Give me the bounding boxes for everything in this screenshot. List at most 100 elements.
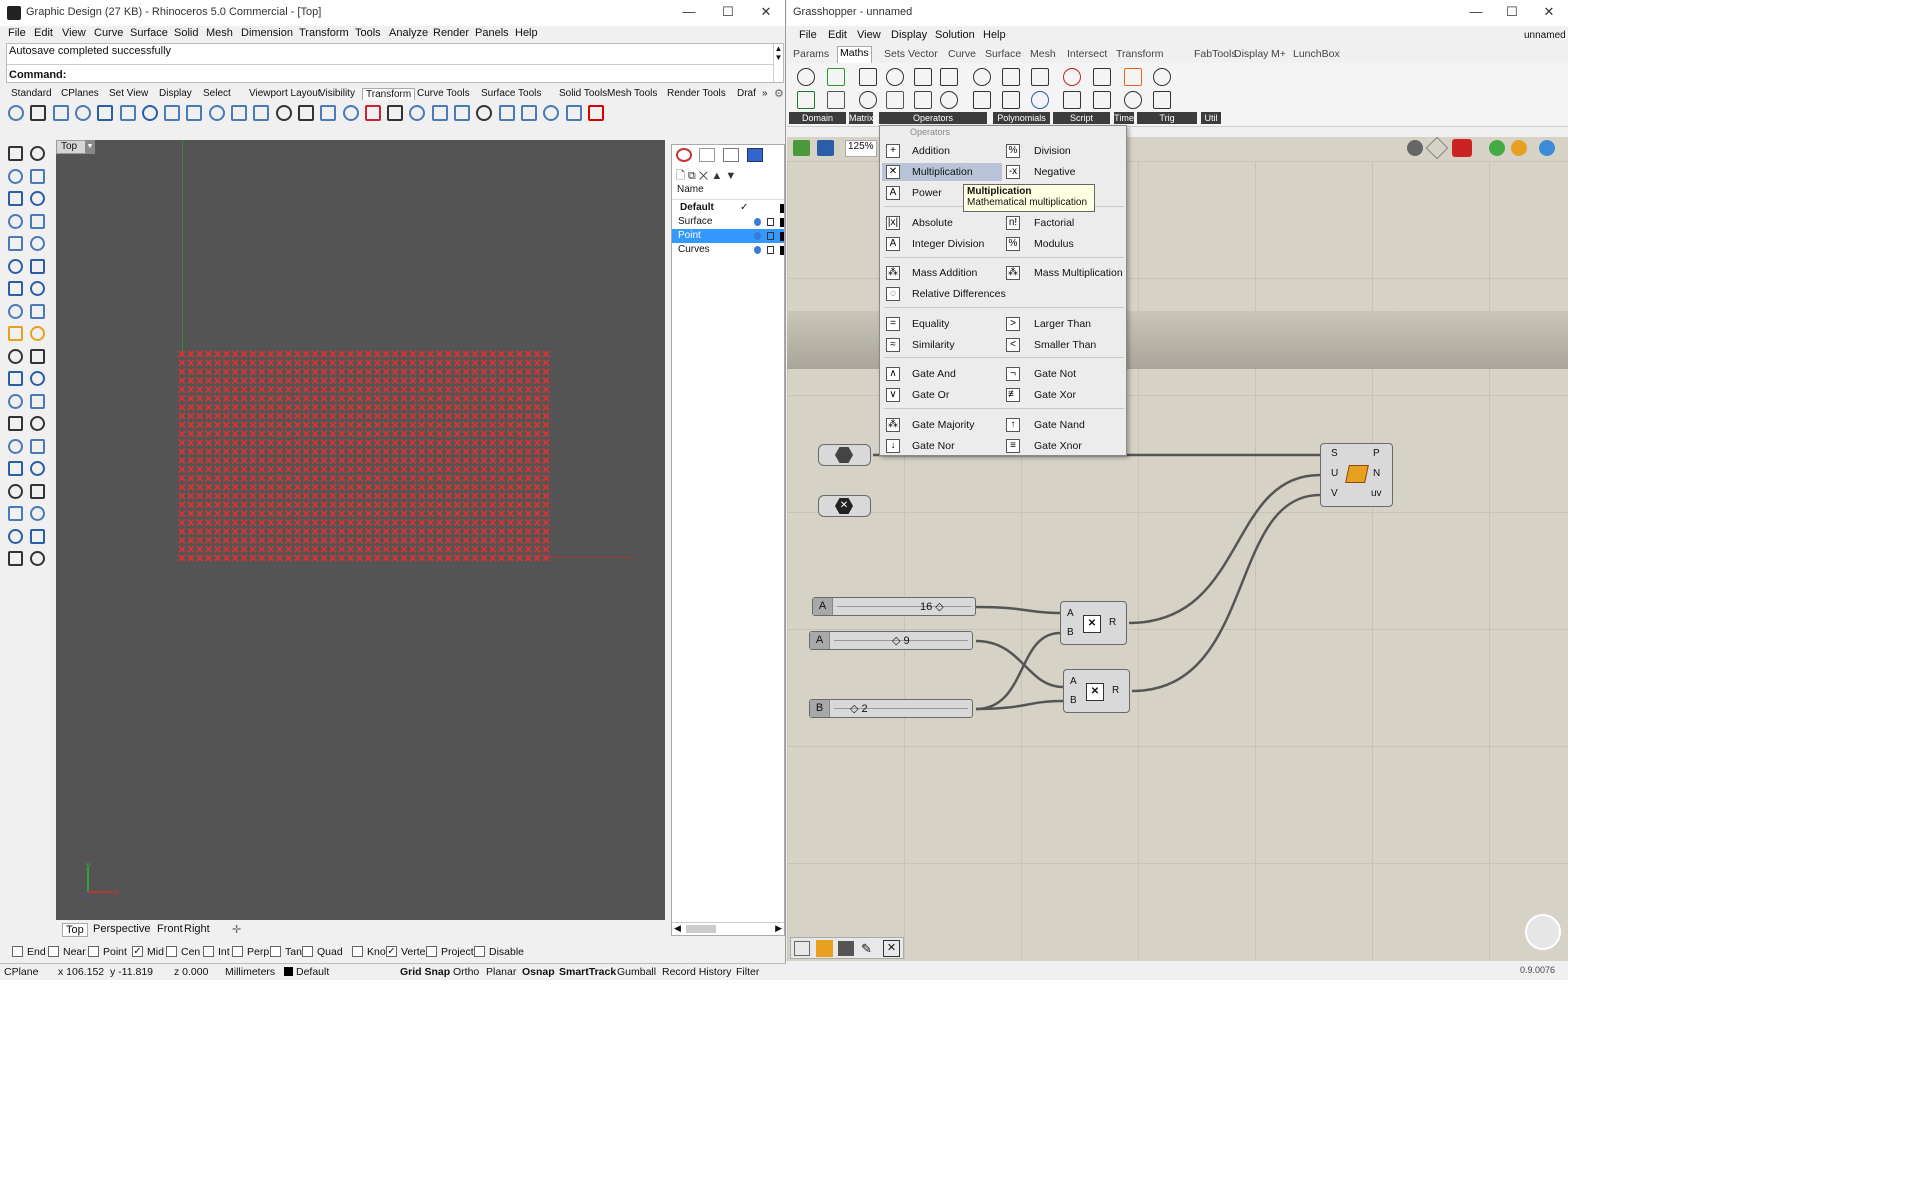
- add-viewport-icon[interactable]: ✛: [232, 923, 241, 936]
- menu-curve[interactable]: Curve: [94, 27, 123, 39]
- palette-tool-icon[interactable]: [30, 348, 45, 364]
- tab-solid-tools[interactable]: Solid Tools: [556, 88, 610, 99]
- viewport-tab-right[interactable]: Right: [184, 923, 210, 935]
- menu-item-smaller-than[interactable]: < Smaller Than: [1006, 336, 1124, 354]
- command-scrollbar[interactable]: ▲ ▼: [773, 44, 783, 82]
- transform-tool-icon[interactable]: [253, 105, 270, 121]
- palette-tool-icon[interactable]: [30, 258, 45, 274]
- palette-tool-icon[interactable]: [8, 506, 23, 521]
- transform-tool-icon[interactable]: [52, 105, 69, 121]
- display-icon[interactable]: [723, 148, 739, 162]
- palette-tool-icon[interactable]: [8, 461, 23, 476]
- osnap-knot-checkbox[interactable]: [352, 946, 363, 957]
- menu-item-mass-addition[interactable]: ⁂ Mass Addition: [882, 264, 1002, 282]
- status-toggle-grid-snap[interactable]: Grid Snap: [400, 966, 450, 978]
- layer-visible-icon[interactable]: [754, 218, 761, 226]
- slider-b-2[interactable]: B ◇ 2: [809, 699, 973, 718]
- viewport-tab-perspective[interactable]: Perspective: [93, 923, 150, 935]
- layer-lock-icon[interactable]: [767, 218, 774, 226]
- menu-item-negative[interactable]: -x Negative: [1006, 163, 1124, 181]
- point-grid[interactable]: [178, 350, 550, 562]
- transform-tool-icon[interactable]: [297, 105, 314, 121]
- tab-set-view[interactable]: Set View: [106, 88, 151, 99]
- document-preview-icon[interactable]: [1539, 140, 1555, 156]
- transform-tool-icon[interactable]: [454, 105, 470, 121]
- osnap-perp-checkbox[interactable]: [232, 946, 243, 957]
- selected-only-icon[interactable]: [1489, 140, 1505, 156]
- menu-edit[interactable]: Edit: [34, 27, 53, 39]
- tab-surface-tools[interactable]: Surface Tools: [478, 88, 544, 99]
- palette-tool-icon[interactable]: [30, 191, 45, 206]
- menu-mesh[interactable]: Mesh: [206, 27, 233, 39]
- transform-tool-icon[interactable]: [543, 105, 560, 121]
- tab-transform[interactable]: Transform: [362, 88, 416, 100]
- tab-select[interactable]: Select: [200, 88, 234, 99]
- transform-tool-icon[interactable]: [119, 105, 136, 121]
- transform-tool-icon[interactable]: [476, 105, 493, 121]
- palette-tool-icon[interactable]: [30, 236, 45, 251]
- close-icon[interactable]: ✕: [757, 4, 775, 20]
- osnap-end-checkbox[interactable]: [12, 946, 23, 957]
- palette-tool-icon[interactable]: [8, 416, 23, 431]
- osnap-point-checkbox[interactable]: [88, 946, 99, 957]
- slider-a-9[interactable]: A ◇ 9: [809, 631, 973, 650]
- palette-tool-icon[interactable]: [30, 281, 45, 296]
- menu-item-relative-differences[interactable]: ◌ Relative Differences: [882, 285, 1006, 303]
- gear-icon[interactable]: ⚙: [774, 87, 784, 100]
- menu-panels[interactable]: Panels: [475, 27, 509, 39]
- menu-analyze[interactable]: Analyze: [389, 27, 428, 39]
- tab-display[interactable]: Display: [156, 88, 195, 99]
- menu-tools[interactable]: Tools: [355, 27, 381, 39]
- palette-tool-icon[interactable]: [8, 551, 23, 566]
- menu-transform[interactable]: Transform: [299, 27, 349, 39]
- layer-lock-icon[interactable]: [767, 246, 774, 254]
- tab-visibility[interactable]: Visibility: [316, 88, 358, 99]
- palette-tool-icon[interactable]: [30, 438, 45, 454]
- gh-group-util[interactable]: Util: [1201, 112, 1221, 124]
- preview-off-icon[interactable]: [1407, 140, 1423, 156]
- palette-tool-icon[interactable]: [8, 438, 23, 454]
- palette-tool-icon[interactable]: [30, 506, 45, 521]
- palette-tool-icon[interactable]: [30, 461, 45, 476]
- menu-file[interactable]: File: [8, 27, 26, 39]
- slider-a-16[interactable]: A 16 ◇: [812, 597, 976, 616]
- viewport-menu-icon[interactable]: ▼: [85, 140, 95, 154]
- menu-item-gate-nor[interactable]: ↓ Gate Nor: [882, 437, 1002, 455]
- navigation-compass-icon[interactable]: [1525, 914, 1561, 950]
- menu-item-gate-xor[interactable]: ≢ Gate Xor: [1006, 386, 1124, 404]
- palette-tool-icon[interactable]: [8, 326, 23, 341]
- palette-tool-icon[interactable]: [30, 371, 45, 386]
- layer-row-point[interactable]: Point: [672, 229, 784, 243]
- transform-tool-icon[interactable]: [186, 105, 203, 121]
- tab-curve-tools[interactable]: Curve Tools: [414, 88, 473, 99]
- menu-item-integer-division[interactable]: A Integer Division: [882, 235, 1002, 253]
- status-layer[interactable]: Default: [296, 966, 329, 978]
- multiplication-node-2[interactable]: A B ✕ R: [1063, 669, 1130, 713]
- transform-tool-icon[interactable]: [587, 105, 604, 121]
- status-toggle-filter[interactable]: Filter: [736, 966, 759, 978]
- open-file-icon[interactable]: [793, 140, 810, 156]
- delete-icon[interactable]: ✕: [883, 940, 900, 957]
- menu-solid[interactable]: Solid: [174, 27, 198, 39]
- osnap-int-checkbox[interactable]: [203, 946, 214, 957]
- transform-tool-icon[interactable]: [8, 105, 24, 121]
- point-param-node[interactable]: ✕: [818, 495, 871, 517]
- transform-tool-icon[interactable]: [498, 105, 515, 121]
- gh-group-trig[interactable]: Trig: [1137, 112, 1197, 124]
- palette-tool-icon[interactable]: [8, 191, 23, 206]
- material-icon[interactable]: [1511, 140, 1527, 156]
- slider-value[interactable]: 16 ◇: [920, 600, 944, 613]
- layer-row-curves[interactable]: Curves: [672, 243, 784, 257]
- slider-value[interactable]: ◇ 2: [850, 702, 868, 715]
- transform-tool-icon[interactable]: [364, 105, 381, 121]
- osnap-disable-checkbox[interactable]: [474, 946, 485, 957]
- transform-tool-icon[interactable]: [30, 105, 47, 121]
- tab-viewport-layout[interactable]: Viewport Layout: [246, 88, 324, 99]
- transform-tool-icon[interactable]: [409, 105, 426, 121]
- gh-group-time[interactable]: Time: [1114, 112, 1134, 124]
- menu-item-gate-not[interactable]: ¬ Gate Not: [1006, 365, 1124, 383]
- menu-item-equality[interactable]: = Equality: [882, 315, 1002, 333]
- layers-tab-icon[interactable]: [699, 148, 715, 162]
- layer-row-surface[interactable]: Surface: [672, 215, 784, 229]
- menu-item-larger-than[interactable]: > Larger Than: [1006, 315, 1124, 333]
